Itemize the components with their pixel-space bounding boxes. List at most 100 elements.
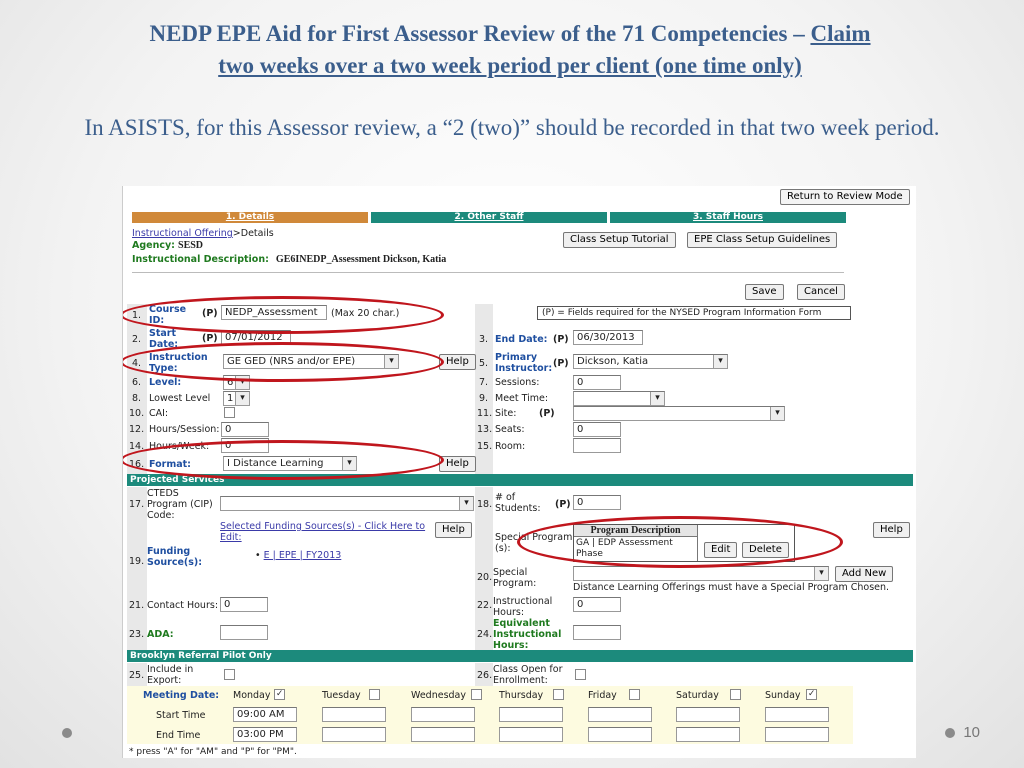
help-button[interactable]: Help bbox=[439, 354, 476, 370]
day-checkbox-wednesday[interactable] bbox=[470, 689, 482, 700]
cteds-select[interactable] bbox=[220, 496, 474, 511]
start-date-input[interactable]: 07/01/2012 bbox=[221, 330, 291, 345]
start-time-input-saturday[interactable] bbox=[676, 707, 740, 722]
save-button[interactable]: Save bbox=[745, 284, 784, 300]
edit-button[interactable]: Edit bbox=[704, 542, 738, 558]
day-checkbox-thursday[interactable] bbox=[552, 689, 564, 700]
instructional-hours-label: Instructional Hours: bbox=[493, 596, 553, 618]
instruction-type-select[interactable]: GE GED (NRS and/or EPE) bbox=[223, 354, 399, 369]
breadcrumb-instructional-offering-link[interactable]: Instructional Offering bbox=[132, 228, 233, 239]
day-label-saturday: Saturday bbox=[676, 690, 719, 701]
field-number: 17. bbox=[129, 499, 145, 510]
format-label: Format: bbox=[149, 459, 191, 470]
funding-sources-link[interactable]: Selected Funding Sources(s) - Click Here… bbox=[220, 521, 432, 543]
tab-staff-hours[interactable]: 3. Staff Hours bbox=[610, 212, 846, 223]
help-button[interactable]: Help bbox=[435, 522, 472, 538]
field-number: 26. bbox=[477, 670, 493, 681]
instructional-description-label: Instructional Description: bbox=[132, 254, 269, 265]
slide-title: NEDP EPE Aid for First Assessor Review o… bbox=[60, 18, 960, 82]
primary-instructor-select[interactable]: Dickson, Katia bbox=[573, 354, 728, 369]
end-time-input-sunday[interactable] bbox=[765, 727, 829, 742]
end-time-input-monday[interactable]: 03:00 PM bbox=[233, 727, 297, 742]
p-marker: (P) bbox=[202, 308, 218, 319]
help-button[interactable]: Help bbox=[439, 456, 476, 472]
p-marker: (P) bbox=[202, 333, 218, 344]
day-checkbox-saturday[interactable] bbox=[729, 689, 741, 700]
level-select[interactable]: 6 bbox=[223, 375, 250, 390]
equivalent-hours-input[interactable] bbox=[573, 625, 621, 640]
start-time-label: Start Time bbox=[156, 710, 206, 721]
end-time-input-saturday[interactable] bbox=[676, 727, 740, 742]
instructional-description-value: GE6INEDP_Assessment Dickson, Katia bbox=[275, 254, 447, 265]
start-time-input-thursday[interactable] bbox=[499, 707, 563, 722]
students-input[interactable]: 0 bbox=[573, 495, 621, 510]
funding-item: • E | EPE | FY2013 bbox=[255, 550, 342, 561]
special-program-select[interactable] bbox=[573, 566, 829, 581]
tab-other-staff-label: 2. Other Staff bbox=[454, 212, 524, 222]
end-time-input-friday[interactable] bbox=[588, 727, 652, 742]
course-id-input[interactable]: NEDP_Assessment bbox=[221, 305, 327, 320]
program-description-table: Program Description GA | EDP Assessment … bbox=[573, 524, 795, 562]
add-new-button[interactable]: Add New bbox=[835, 566, 894, 582]
meet-time-select[interactable] bbox=[573, 391, 665, 406]
include-export-label: Include in Export: bbox=[147, 664, 194, 686]
breadcrumb-details: >Details bbox=[232, 228, 274, 239]
end-date-input[interactable]: 06/30/2013 bbox=[573, 330, 643, 345]
day-label-wednesday: Wednesday bbox=[411, 690, 467, 701]
end-time-input-thursday[interactable] bbox=[499, 727, 563, 742]
class-open-checkbox[interactable] bbox=[575, 669, 586, 680]
day-label-friday: Friday bbox=[588, 690, 617, 701]
instruction-type-label: Instruction Type: bbox=[149, 352, 208, 374]
day-label-thursday: Thursday bbox=[499, 690, 544, 701]
class-setup-tutorial-button[interactable]: Class Setup Tutorial bbox=[563, 232, 676, 248]
field-number: 21. bbox=[129, 600, 145, 611]
title-claim: Claim bbox=[810, 21, 871, 46]
return-to-review-button[interactable]: Return to Review Mode bbox=[780, 189, 910, 205]
field-number: 10. bbox=[129, 408, 145, 419]
start-time-input-tuesday[interactable] bbox=[322, 707, 386, 722]
end-time-input-wednesday[interactable] bbox=[411, 727, 475, 742]
day-checkbox-tuesday[interactable] bbox=[369, 689, 381, 700]
field-number: 12. bbox=[129, 424, 145, 435]
start-time-input-sunday[interactable] bbox=[765, 707, 829, 722]
delete-button[interactable]: Delete bbox=[742, 542, 789, 558]
day-checkbox-friday[interactable] bbox=[629, 689, 641, 700]
start-time-input-friday[interactable] bbox=[588, 707, 652, 722]
cai-checkbox[interactable] bbox=[224, 407, 235, 418]
seats-input[interactable]: 0 bbox=[573, 422, 621, 437]
lowest-level-select[interactable]: 1 bbox=[223, 391, 250, 406]
field-number: 5. bbox=[479, 358, 489, 369]
students-label: # of Students: bbox=[495, 492, 541, 514]
room-input[interactable] bbox=[573, 438, 621, 453]
right-number-strip bbox=[475, 487, 493, 652]
funding-item-link[interactable]: E | EPE | FY2013 bbox=[264, 550, 342, 561]
instructional-hours-input[interactable]: 0 bbox=[573, 597, 621, 612]
cteds-label: CTEDS Program (CIP) Code: bbox=[147, 488, 213, 521]
slide-subtitle: In ASISTS, for this Assessor review, a “… bbox=[84, 115, 940, 140]
include-export-checkbox[interactable] bbox=[224, 669, 235, 680]
special-program-s-label: Special Program (s): bbox=[495, 532, 573, 554]
tab-other-staff[interactable]: 2. Other Staff bbox=[371, 212, 607, 223]
start-time-input-wednesday[interactable] bbox=[411, 707, 475, 722]
day-checkbox-monday[interactable]: ✓ bbox=[274, 689, 286, 700]
class-open-label: Class Open for Enrollment: bbox=[493, 664, 563, 686]
cancel-button[interactable]: Cancel bbox=[797, 284, 845, 300]
start-time-input-monday[interactable]: 09:00 AM bbox=[233, 707, 297, 722]
day-checkbox-sunday[interactable]: ✓ bbox=[806, 689, 818, 700]
format-select[interactable]: I Distance Learning bbox=[223, 456, 357, 471]
hours-session-input[interactable]: 0 bbox=[221, 422, 269, 437]
required-note: (P) = Fields required for the NYSED Prog… bbox=[537, 306, 851, 320]
tab-details[interactable]: 1. Details bbox=[132, 212, 368, 223]
room-label: Room: bbox=[495, 441, 526, 452]
end-time-input-tuesday[interactable] bbox=[322, 727, 386, 742]
epe-guidelines-button[interactable]: EPE Class Setup Guidelines bbox=[687, 232, 838, 248]
hours-week-input[interactable]: 0 bbox=[221, 438, 269, 453]
ada-input[interactable] bbox=[220, 625, 268, 640]
sessions-label: Sessions: bbox=[495, 377, 540, 388]
site-select[interactable] bbox=[573, 406, 785, 421]
sessions-input[interactable]: 0 bbox=[573, 375, 621, 390]
contact-hours-input[interactable]: 0 bbox=[220, 597, 268, 612]
field-number: 14. bbox=[129, 441, 145, 452]
help-button[interactable]: Help bbox=[873, 522, 910, 538]
asists-screenshot: Return to Review Mode 1. Details 2. Othe… bbox=[122, 186, 916, 758]
